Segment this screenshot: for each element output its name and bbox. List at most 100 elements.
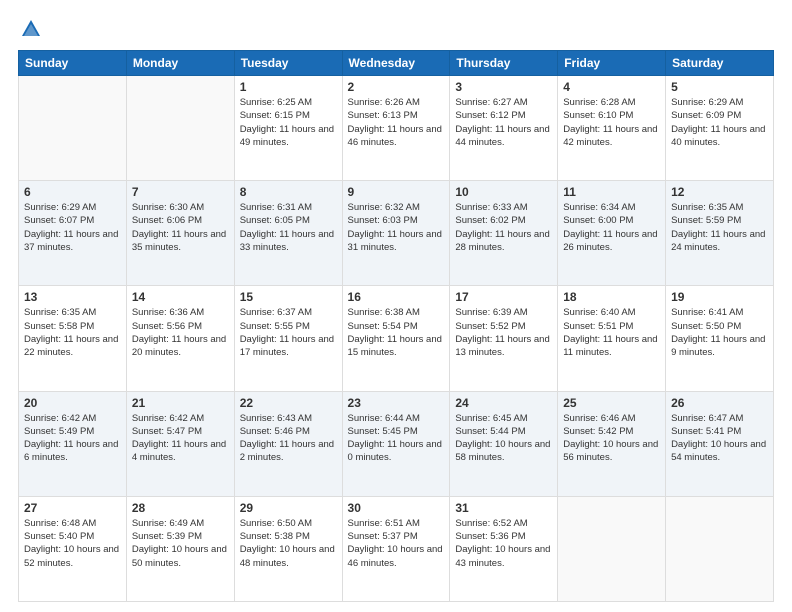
day-number: 25 (563, 396, 660, 410)
calendar-cell: 24 Sunrise: 6:45 AM Sunset: 5:44 PM Dayli… (450, 391, 558, 496)
calendar-cell: 5 Sunrise: 6:29 AM Sunset: 6:09 PM Daylig… (666, 76, 774, 181)
calendar-cell: 20 Sunrise: 6:42 AM Sunset: 5:49 PM Dayli… (19, 391, 127, 496)
day-number: 3 (455, 80, 552, 94)
day-info: Sunrise: 6:47 AM Sunset: 5:41 PM Dayligh… (671, 412, 768, 465)
calendar-cell: 11 Sunrise: 6:34 AM Sunset: 6:00 PM Dayli… (558, 181, 666, 286)
calendar-cell: 9Sunrise: 6:32 AM Sunset: 6:03 PM Daylig… (342, 181, 450, 286)
weekday-header-saturday: Saturday (666, 51, 774, 76)
calendar-cell: 23 Sunrise: 6:44 AM Sunset: 5:45 PM Dayli… (342, 391, 450, 496)
day-info: Sunrise: 6:29 AM Sunset: 6:09 PM Dayligh… (671, 96, 768, 149)
day-info: Sunrise: 6:51 AM Sunset: 5:37 PM Dayligh… (348, 517, 445, 570)
day-info: Sunrise: 6:33 AM Sunset: 6:02 PM Dayligh… (455, 201, 552, 254)
calendar-row-0: 1Sunrise: 6:25 AM Sunset: 6:15 PM Daylig… (19, 76, 774, 181)
weekday-header-wednesday: Wednesday (342, 51, 450, 76)
calendar-cell: 21 Sunrise: 6:42 AM Sunset: 5:47 PM Dayli… (126, 391, 234, 496)
day-info: Sunrise: 6:28 AM Sunset: 6:10 PM Dayligh… (563, 96, 660, 149)
day-info: Sunrise: 6:38 AM Sunset: 5:54 PM Dayligh… (348, 306, 445, 359)
calendar-cell (666, 496, 774, 601)
day-info: Sunrise: 6:43 AM Sunset: 5:46 PM Dayligh… (240, 412, 337, 465)
calendar-cell: 26 Sunrise: 6:47 AM Sunset: 5:41 PM Dayli… (666, 391, 774, 496)
day-number: 22 (240, 396, 337, 410)
day-info: Sunrise: 6:42 AM Sunset: 5:49 PM Dayligh… (24, 412, 121, 465)
day-number: 18 (563, 290, 660, 304)
day-info: Sunrise: 6:40 AM Sunset: 5:51 PM Dayligh… (563, 306, 660, 359)
day-info: Sunrise: 6:34 AM Sunset: 6:00 PM Dayligh… (563, 201, 660, 254)
calendar-table: SundayMondayTuesdayWednesdayThursdayFrid… (18, 50, 774, 602)
day-info: Sunrise: 6:41 AM Sunset: 5:50 PM Dayligh… (671, 306, 768, 359)
calendar-cell (126, 76, 234, 181)
calendar-cell: 15 Sunrise: 6:37 AM Sunset: 5:55 PM Dayli… (234, 286, 342, 391)
calendar-row-2: 13 Sunrise: 6:35 AM Sunset: 5:58 PM Dayli… (19, 286, 774, 391)
day-number: 15 (240, 290, 337, 304)
calendar-cell: 3 Sunrise: 6:27 AM Sunset: 6:12 PM Daylig… (450, 76, 558, 181)
day-number: 14 (132, 290, 229, 304)
calendar-cell: 29 Sunrise: 6:50 AM Sunset: 5:38 PM Dayli… (234, 496, 342, 601)
day-number: 26 (671, 396, 768, 410)
calendar-cell (19, 76, 127, 181)
day-info: Sunrise: 6:45 AM Sunset: 5:44 PM Dayligh… (455, 412, 552, 465)
header (18, 18, 774, 40)
calendar-cell: 27Sunrise: 6:48 AM Sunset: 5:40 PM Dayli… (19, 496, 127, 601)
calendar-row-1: 6Sunrise: 6:29 AM Sunset: 6:07 PM Daylig… (19, 181, 774, 286)
day-number: 23 (348, 396, 445, 410)
calendar-cell: 4 Sunrise: 6:28 AM Sunset: 6:10 PM Daylig… (558, 76, 666, 181)
day-number: 10 (455, 185, 552, 199)
calendar-cell: 30 Sunrise: 6:51 AM Sunset: 5:37 PM Dayli… (342, 496, 450, 601)
day-number: 16 (348, 290, 445, 304)
day-info: Sunrise: 6:39 AM Sunset: 5:52 PM Dayligh… (455, 306, 552, 359)
day-number: 12 (671, 185, 768, 199)
logo (18, 18, 42, 40)
calendar-cell: 31Sunrise: 6:52 AM Sunset: 5:36 PM Dayli… (450, 496, 558, 601)
logo-icon (20, 18, 42, 40)
day-number: 4 (563, 80, 660, 94)
calendar-cell: 19 Sunrise: 6:41 AM Sunset: 5:50 PM Dayli… (666, 286, 774, 391)
day-number: 21 (132, 396, 229, 410)
calendar-cell: 17Sunrise: 6:39 AM Sunset: 5:52 PM Dayli… (450, 286, 558, 391)
weekday-header-thursday: Thursday (450, 51, 558, 76)
day-info: Sunrise: 6:44 AM Sunset: 5:45 PM Dayligh… (348, 412, 445, 465)
weekday-header-monday: Monday (126, 51, 234, 76)
calendar-cell: 28 Sunrise: 6:49 AM Sunset: 5:39 PM Dayli… (126, 496, 234, 601)
day-info: Sunrise: 6:46 AM Sunset: 5:42 PM Dayligh… (563, 412, 660, 465)
day-number: 29 (240, 501, 337, 515)
calendar-row-4: 27Sunrise: 6:48 AM Sunset: 5:40 PM Dayli… (19, 496, 774, 601)
day-info: Sunrise: 6:37 AM Sunset: 5:55 PM Dayligh… (240, 306, 337, 359)
day-number: 7 (132, 185, 229, 199)
calendar-cell: 12 Sunrise: 6:35 AM Sunset: 5:59 PM Dayli… (666, 181, 774, 286)
day-number: 6 (24, 185, 121, 199)
day-number: 30 (348, 501, 445, 515)
calendar-cell: 13 Sunrise: 6:35 AM Sunset: 5:58 PM Dayli… (19, 286, 127, 391)
day-info: Sunrise: 6:26 AM Sunset: 6:13 PM Dayligh… (348, 96, 445, 149)
weekday-header-sunday: Sunday (19, 51, 127, 76)
calendar-cell: 1Sunrise: 6:25 AM Sunset: 6:15 PM Daylig… (234, 76, 342, 181)
day-info: Sunrise: 6:49 AM Sunset: 5:39 PM Dayligh… (132, 517, 229, 570)
day-number: 24 (455, 396, 552, 410)
calendar-cell: 2 Sunrise: 6:26 AM Sunset: 6:13 PM Daylig… (342, 76, 450, 181)
day-number: 20 (24, 396, 121, 410)
calendar-cell: 7 Sunrise: 6:30 AM Sunset: 6:06 PM Daylig… (126, 181, 234, 286)
day-number: 11 (563, 185, 660, 199)
day-number: 13 (24, 290, 121, 304)
day-info: Sunrise: 6:52 AM Sunset: 5:36 PM Dayligh… (455, 517, 552, 570)
day-info: Sunrise: 6:36 AM Sunset: 5:56 PM Dayligh… (132, 306, 229, 359)
day-info: Sunrise: 6:42 AM Sunset: 5:47 PM Dayligh… (132, 412, 229, 465)
day-number: 2 (348, 80, 445, 94)
day-info: Sunrise: 6:31 AM Sunset: 6:05 PM Dayligh… (240, 201, 337, 254)
calendar-cell: 14 Sunrise: 6:36 AM Sunset: 5:56 PM Dayli… (126, 286, 234, 391)
calendar-header-row: SundayMondayTuesdayWednesdayThursdayFrid… (19, 51, 774, 76)
weekday-header-tuesday: Tuesday (234, 51, 342, 76)
day-number: 5 (671, 80, 768, 94)
day-info: Sunrise: 6:32 AM Sunset: 6:03 PM Dayligh… (348, 201, 445, 254)
calendar-cell: 22 Sunrise: 6:43 AM Sunset: 5:46 PM Dayli… (234, 391, 342, 496)
day-info: Sunrise: 6:50 AM Sunset: 5:38 PM Dayligh… (240, 517, 337, 570)
day-info: Sunrise: 6:27 AM Sunset: 6:12 PM Dayligh… (455, 96, 552, 149)
day-number: 1 (240, 80, 337, 94)
day-info: Sunrise: 6:30 AM Sunset: 6:06 PM Dayligh… (132, 201, 229, 254)
day-info: Sunrise: 6:35 AM Sunset: 5:58 PM Dayligh… (24, 306, 121, 359)
day-number: 28 (132, 501, 229, 515)
calendar-cell: 16 Sunrise: 6:38 AM Sunset: 5:54 PM Dayli… (342, 286, 450, 391)
day-info: Sunrise: 6:35 AM Sunset: 5:59 PM Dayligh… (671, 201, 768, 254)
calendar-cell (558, 496, 666, 601)
day-number: 19 (671, 290, 768, 304)
weekday-header-friday: Friday (558, 51, 666, 76)
